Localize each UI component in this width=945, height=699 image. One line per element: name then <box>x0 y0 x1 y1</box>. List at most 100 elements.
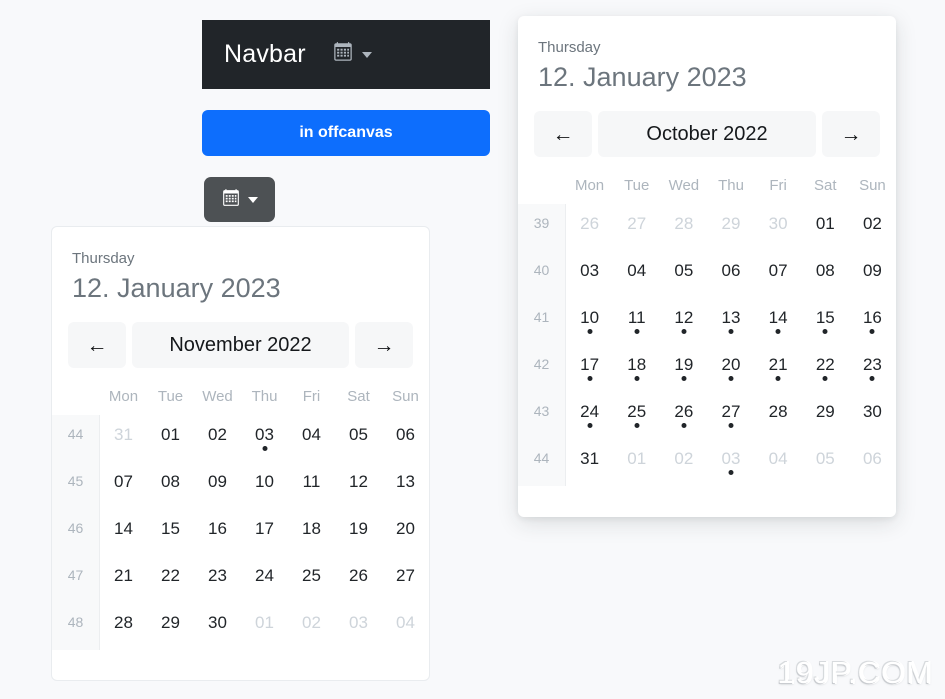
day-cell[interactable]: 04 <box>382 603 429 650</box>
day-cell[interactable]: 10 <box>566 298 613 345</box>
day-cell[interactable]: 02 <box>660 439 707 486</box>
day-cell[interactable]: 26 <box>566 204 613 251</box>
day-cell[interactable]: 14 <box>755 298 802 345</box>
day-cell[interactable]: 16 <box>194 509 241 556</box>
day-cell[interactable]: 22 <box>147 556 194 603</box>
day-cell[interactable]: 08 <box>802 251 849 298</box>
day-cell[interactable]: 13 <box>707 298 754 345</box>
day-cell[interactable]: 01 <box>241 603 288 650</box>
day-cell[interactable]: 07 <box>100 462 147 509</box>
day-cell[interactable]: 20 <box>707 345 754 392</box>
day-cell[interactable]: 13 <box>382 462 429 509</box>
day-cell[interactable]: 04 <box>613 251 660 298</box>
day-cell[interactable]: 11 <box>288 462 335 509</box>
prev-month-button[interactable]: ← <box>534 111 592 157</box>
day-cell[interactable]: 29 <box>707 204 754 251</box>
day-cell[interactable]: 11 <box>613 298 660 345</box>
in-offcanvas-button[interactable]: in offcanvas <box>202 110 490 156</box>
day-cell[interactable]: 14 <box>100 509 147 556</box>
day-cell[interactable]: 24 <box>566 392 613 439</box>
day-cell[interactable]: 27 <box>382 556 429 603</box>
day-number: 28 <box>674 214 694 233</box>
day-cell[interactable]: 25 <box>613 392 660 439</box>
day-cell[interactable]: 02 <box>849 204 896 251</box>
day-cell[interactable]: 15 <box>147 509 194 556</box>
prev-month-button[interactable]: ← <box>68 322 126 368</box>
day-cell[interactable]: 09 <box>849 251 896 298</box>
day-cell[interactable]: 01 <box>613 439 660 486</box>
next-month-button[interactable]: → <box>822 111 880 157</box>
day-cell[interactable]: 19 <box>660 345 707 392</box>
day-cell[interactable]: 20 <box>382 509 429 556</box>
day-cell[interactable]: 12 <box>335 462 382 509</box>
day-cell[interactable]: 02 <box>194 415 241 462</box>
day-number: 31 <box>114 425 133 444</box>
day-cell[interactable]: 29 <box>802 392 849 439</box>
day-number: 23 <box>208 566 227 585</box>
navbar-brand[interactable]: Navbar <box>224 40 306 69</box>
day-cell[interactable]: 17 <box>241 509 288 556</box>
day-cell[interactable]: 18 <box>613 345 660 392</box>
day-cell[interactable]: 05 <box>802 439 849 486</box>
day-cell[interactable]: 03 <box>241 415 288 462</box>
day-cell[interactable]: 10 <box>241 462 288 509</box>
day-cell[interactable]: 03 <box>566 251 613 298</box>
day-cell[interactable]: 02 <box>288 603 335 650</box>
day-cell[interactable]: 23 <box>849 345 896 392</box>
day-cell[interactable]: 28 <box>660 204 707 251</box>
day-cell[interactable]: 27 <box>707 392 754 439</box>
day-cell[interactable]: 06 <box>707 251 754 298</box>
day-cell[interactable]: 06 <box>382 415 429 462</box>
day-cell[interactable]: 27 <box>613 204 660 251</box>
day-number: 01 <box>627 449 647 468</box>
day-cell[interactable]: 01 <box>147 415 194 462</box>
weekday-header: Wed <box>668 177 700 194</box>
event-dot <box>728 329 734 334</box>
calendar-dropdown-button[interactable] <box>204 177 275 222</box>
day-cell[interactable]: 05 <box>335 415 382 462</box>
day-cell[interactable]: 30 <box>755 204 802 251</box>
day-cell[interactable]: 04 <box>288 415 335 462</box>
day-cell[interactable]: 21 <box>755 345 802 392</box>
day-cell[interactable]: 01 <box>802 204 849 251</box>
calendar-grid: Mon Tue Wed Thu Fri Sat Sun 44 31 01 02 03 04 05 06 45 0… <box>52 382 429 650</box>
day-cell[interactable]: 28 <box>100 603 147 650</box>
day-cell[interactable]: 26 <box>660 392 707 439</box>
chevron-down-icon <box>247 196 258 203</box>
navbar-calendar-dropdown-toggle[interactable] <box>333 42 372 67</box>
day-cell[interactable]: 15 <box>802 298 849 345</box>
day-cell[interactable]: 06 <box>849 439 896 486</box>
calendar-week-row: 42 17 18 19 20 21 22 23 <box>518 345 896 392</box>
month-label-button[interactable]: October 2022 <box>598 111 816 157</box>
day-cell[interactable]: 22 <box>802 345 849 392</box>
day-cell[interactable]: 09 <box>194 462 241 509</box>
day-cell[interactable]: 26 <box>335 556 382 603</box>
calendar-inline: Thursday 12. January 2023 ← November 2022 → M… <box>51 226 430 681</box>
event-dot <box>587 376 593 381</box>
day-cell[interactable]: 03 <box>335 603 382 650</box>
day-cell[interactable]: 28 <box>755 392 802 439</box>
day-cell[interactable]: 30 <box>849 392 896 439</box>
day-cell[interactable]: 19 <box>335 509 382 556</box>
day-cell[interactable]: 08 <box>147 462 194 509</box>
day-cell[interactable]: 04 <box>755 439 802 486</box>
day-cell[interactable]: 05 <box>660 251 707 298</box>
day-cell[interactable]: 07 <box>755 251 802 298</box>
day-cell[interactable]: 21 <box>100 556 147 603</box>
day-cell[interactable]: 23 <box>194 556 241 603</box>
day-cell[interactable]: 31 <box>100 415 147 462</box>
day-cell[interactable]: 17 <box>566 345 613 392</box>
next-month-button[interactable]: → <box>355 322 413 368</box>
day-cell[interactable]: 31 <box>566 439 613 486</box>
day-cell[interactable]: 16 <box>849 298 896 345</box>
day-cell[interactable]: 12 <box>660 298 707 345</box>
week-number-header <box>52 382 100 415</box>
month-label-button[interactable]: November 2022 <box>132 322 349 368</box>
day-cell[interactable]: 18 <box>288 509 335 556</box>
day-cell[interactable]: 24 <box>241 556 288 603</box>
day-number: 06 <box>721 261 741 280</box>
day-cell[interactable]: 03 <box>707 439 754 486</box>
day-cell[interactable]: 30 <box>194 603 241 650</box>
day-cell[interactable]: 25 <box>288 556 335 603</box>
day-cell[interactable]: 29 <box>147 603 194 650</box>
